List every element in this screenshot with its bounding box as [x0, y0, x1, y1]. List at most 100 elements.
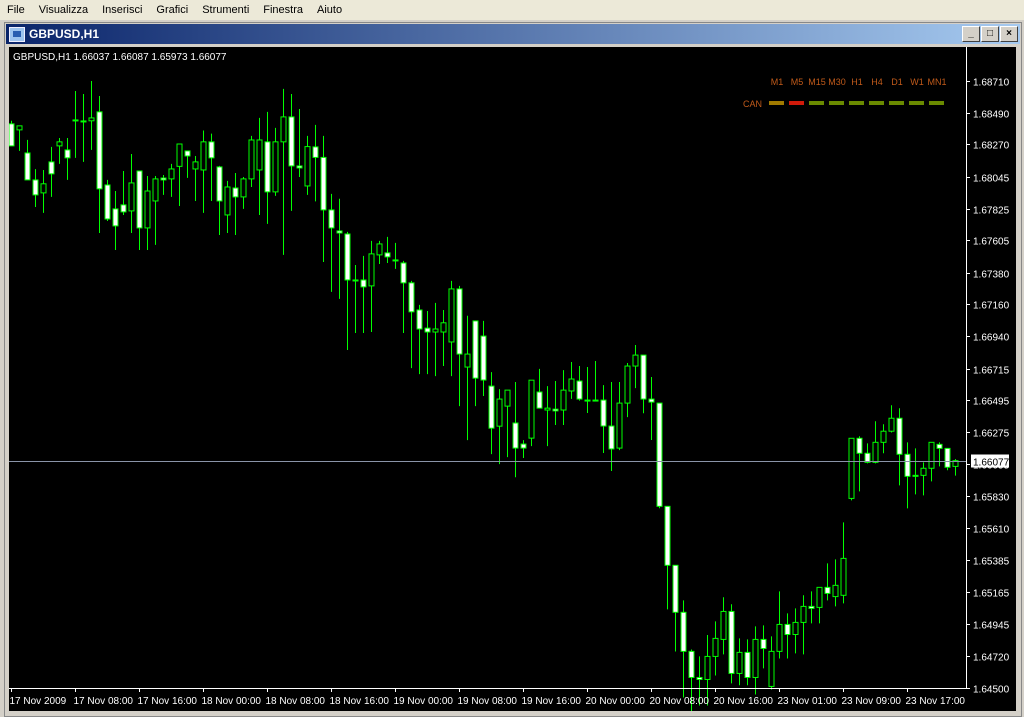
- candle-body-bear: [512, 422, 519, 449]
- candle-body-bull: [224, 186, 231, 216]
- y-tick-label: 1.68045: [973, 174, 1010, 185]
- x-tick-label: 17 Nov 08:00: [74, 696, 134, 707]
- indicator-state-bar: [929, 101, 944, 105]
- x-tick: 19 Nov 00:00: [394, 688, 453, 707]
- y-tick: 1.65165: [966, 589, 1010, 600]
- x-tick-label: 17 Nov 16:00: [138, 696, 198, 707]
- candle-body-bear: [488, 385, 495, 429]
- menu-inserisci[interactable]: Inserisci: [95, 4, 149, 16]
- candle: [744, 639, 751, 686]
- candle-body-bear: [48, 161, 55, 175]
- candle-body-bull: [544, 407, 551, 411]
- candle-body-bear: [160, 177, 167, 181]
- indicator-timeframe: H4: [871, 77, 883, 87]
- candle: [408, 280, 415, 369]
- candle: [472, 320, 479, 407]
- candle: [128, 153, 135, 233]
- candle-body-bull: [888, 417, 895, 432]
- menu-file[interactable]: File: [0, 4, 32, 16]
- candle: [904, 442, 911, 509]
- candle: [240, 177, 247, 209]
- y-tick: 1.68710: [966, 78, 1010, 89]
- x-tick: 17 Nov 16:00: [138, 688, 198, 707]
- candle: [728, 604, 735, 684]
- x-tick: 20 Nov 00:00: [586, 688, 646, 707]
- candle-body-bear: [536, 391, 543, 409]
- candle: [80, 93, 87, 162]
- x-tick-label: 19 Nov 08:00: [458, 696, 518, 707]
- candle: [616, 382, 623, 451]
- menu-grafici[interactable]: Grafici: [149, 4, 195, 16]
- candle: [608, 382, 615, 472]
- candle: [864, 443, 871, 464]
- y-tick: 1.65610: [966, 525, 1010, 536]
- menu-finestra[interactable]: Finestra: [256, 4, 310, 16]
- indicator-state-bar: [789, 101, 804, 105]
- y-tick: 1.67825: [966, 206, 1010, 217]
- candle-body-bull: [560, 389, 567, 411]
- candle-body-bull: [200, 141, 207, 171]
- candle-body-bear: [784, 623, 791, 636]
- y-tick-label: 1.67605: [973, 237, 1010, 248]
- minimize-button[interactable]: _: [962, 26, 980, 42]
- menu-visualizza[interactable]: Visualizza: [32, 4, 95, 16]
- candle-body-bull: [752, 638, 759, 678]
- x-tick-label: 20 Nov 00:00: [586, 696, 646, 707]
- y-tick: 1.64500: [966, 685, 1010, 696]
- y-tick: 1.64945: [966, 621, 1010, 632]
- y-tick: 1.68270: [966, 141, 1010, 152]
- candle: [488, 372, 495, 455]
- candle: [640, 354, 647, 414]
- candle-body-bull: [776, 623, 783, 652]
- candle-body-bull: [448, 288, 455, 343]
- candle: [648, 377, 655, 441]
- x-tick-label: 20 Nov 16:00: [714, 696, 774, 707]
- candle: [712, 621, 719, 676]
- candle: [848, 437, 855, 501]
- candle: [880, 424, 887, 454]
- candle-body-bull: [792, 621, 799, 636]
- candle-body-bear: [328, 209, 335, 229]
- indicator-timeframe: M1: [771, 77, 784, 87]
- chart-window-icon: [9, 26, 25, 42]
- candle: [304, 135, 311, 195]
- candle: [152, 176, 159, 245]
- indicator-timeframe: W1: [910, 77, 924, 87]
- candle-body-bear: [208, 141, 215, 159]
- x-tick: 20 Nov 08:00: [650, 688, 709, 707]
- candle: [576, 366, 583, 401]
- candle-body-bear: [264, 141, 271, 193]
- candle: [552, 381, 559, 426]
- candle-body-bull: [280, 116, 287, 143]
- candle: [264, 111, 271, 224]
- candlestick-chart[interactable]: 1.68710 1.68490 1.68270 1.68045 1.67825 1.676…: [8, 47, 1016, 716]
- candle-body-bull: [272, 141, 279, 193]
- candle: [200, 130, 207, 213]
- maximize-button[interactable]: □: [981, 26, 999, 42]
- candle-body-bear: [112, 208, 119, 227]
- candle-body-bear: [896, 417, 903, 455]
- menu-aiuto[interactable]: Aiuto: [310, 4, 349, 16]
- candle: [392, 242, 399, 269]
- candle: [96, 95, 103, 233]
- candle-body-bull: [464, 353, 471, 368]
- indicator-timeframe: M15: [808, 77, 826, 87]
- candle: [504, 389, 511, 458]
- candle: [328, 193, 335, 292]
- candle: [624, 363, 631, 418]
- y-tick-label: 1.65385: [973, 557, 1010, 568]
- candle-body-bull: [40, 183, 47, 194]
- window-titlebar[interactable]: GBPUSD,H1 _ □ ×: [6, 24, 1020, 44]
- close-button[interactable]: ×: [1000, 26, 1018, 42]
- y-tick-label: 1.64945: [973, 621, 1010, 632]
- candle: [704, 634, 711, 706]
- candle: [320, 135, 327, 262]
- candle: [256, 117, 263, 215]
- chart-canvas[interactable]: 1.68710 1.68490 1.68270 1.68045 1.67825 1.676…: [8, 47, 1016, 716]
- candle: [32, 169, 39, 208]
- candle: [560, 370, 567, 426]
- menu-strumenti[interactable]: Strumenti: [195, 4, 256, 16]
- candle: [568, 362, 575, 399]
- candle-body-bear: [320, 156, 327, 211]
- candle-body-bear: [136, 170, 143, 229]
